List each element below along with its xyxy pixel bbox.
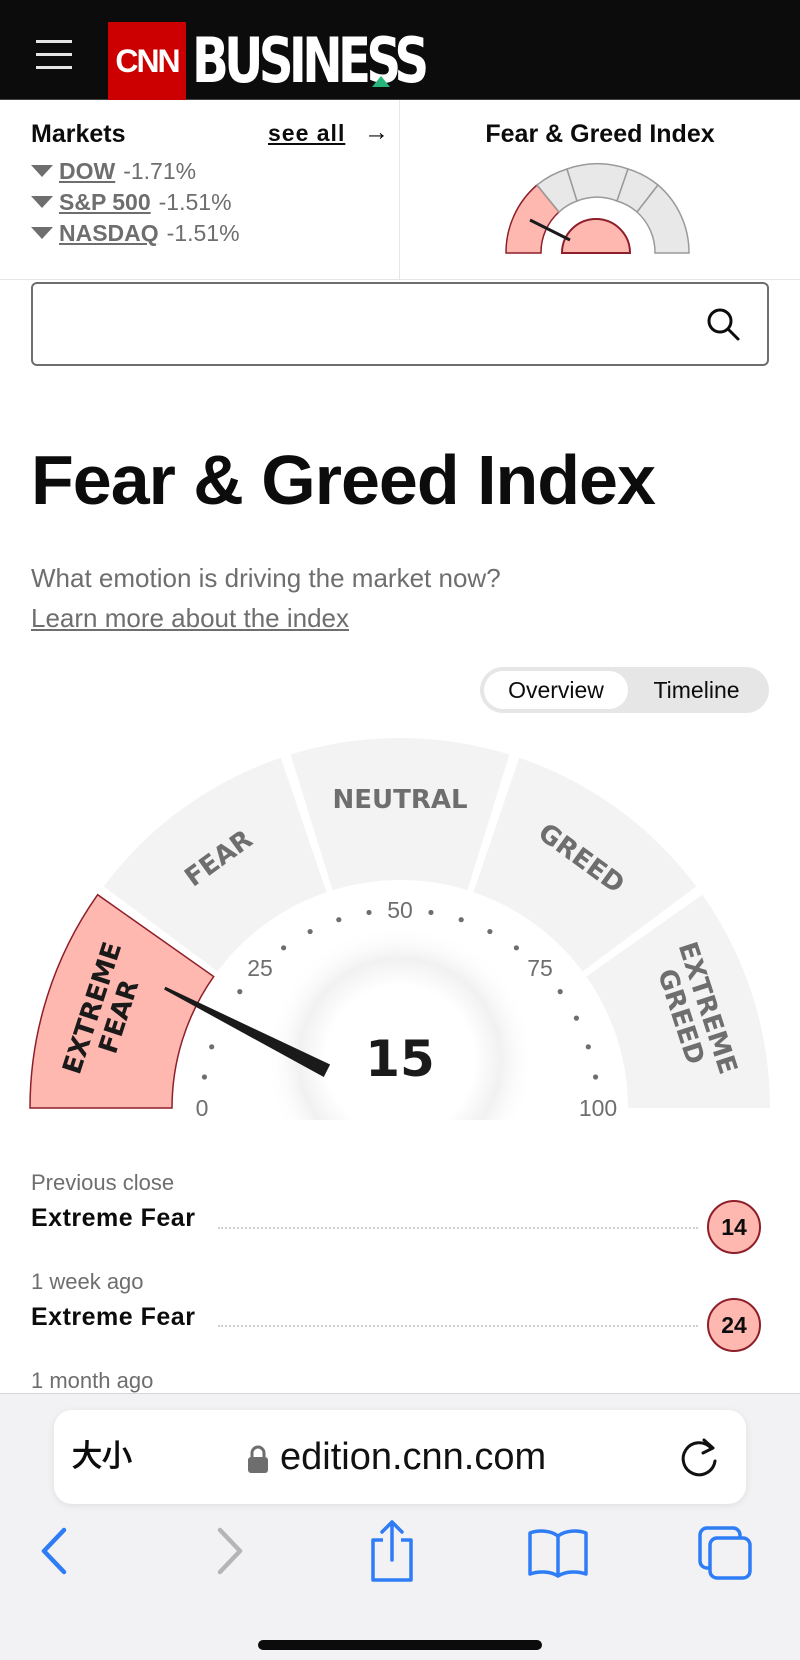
market-name[interactable]: NASDAQ [59, 220, 159, 247]
top-navigation: CNN BUSINESS [0, 0, 800, 100]
bookmarks-icon[interactable] [526, 1516, 590, 1586]
address-bar[interactable]: 大小 edition.cnn.com [54, 1410, 746, 1504]
history-label: 1 week ago [31, 1269, 144, 1294]
gauge-value: 15 [365, 1030, 435, 1088]
gauge-hub-shadow [265, 925, 535, 1120]
cnn-logo[interactable]: CNN [108, 22, 186, 100]
gauge-dot [573, 1015, 580, 1021]
gauge-dot [237, 989, 243, 995]
history-divider [218, 1325, 698, 1327]
history-value: Extreme Fear [31, 1204, 196, 1232]
markets-title: Markets [31, 120, 126, 148]
hamburger-menu-icon[interactable] [36, 40, 72, 72]
gauge-dot [487, 928, 493, 935]
gauge-tick-label: 0 [196, 1095, 209, 1120]
gauge-dot [428, 909, 434, 916]
market-name[interactable]: DOW [59, 158, 115, 185]
browser-chrome: 大小 edition.cnn.com [0, 1393, 800, 1660]
gauge-dot [557, 989, 563, 995]
market-row-nasdaq[interactable]: NASDAQ -1.51% [31, 218, 240, 248]
page-subtitle: What emotion is driving the market now? [31, 563, 501, 593]
gauge-tick-label: 25 [247, 955, 273, 981]
tabs-icon[interactable] [696, 1516, 758, 1586]
markets-panel: Markets see all → DOW -1.71% S&P 500 -1.… [0, 100, 400, 280]
markets-strip: Markets see all → DOW -1.71% S&P 500 -1.… [0, 100, 800, 280]
lock-icon [248, 1445, 268, 1473]
gauge-dot [307, 928, 313, 935]
gauge-tick-label: 75 [527, 955, 553, 981]
market-change: -1.51% [158, 188, 232, 215]
search-input[interactable] [31, 282, 769, 366]
market-row-sp500[interactable]: S&P 500 -1.51% [31, 187, 232, 217]
fear-greed-mini-gauge[interactable] [500, 158, 700, 258]
reload-icon[interactable] [676, 1434, 722, 1480]
gauge-dot [585, 1044, 591, 1050]
home-indicator [258, 1640, 542, 1650]
gauge-dot [209, 1044, 215, 1050]
history-score-badge: 14 [707, 1200, 761, 1254]
down-triangle-icon [31, 227, 53, 239]
history-value: Extreme Fear [31, 1303, 196, 1331]
search-icon[interactable] [703, 304, 743, 344]
gauge-dot [513, 945, 519, 951]
url-text[interactable]: edition.cnn.com [280, 1410, 546, 1504]
section-accent-triangle [372, 76, 390, 87]
gauge-tick-label: 100 [579, 1095, 617, 1120]
history-label: Previous close [31, 1170, 175, 1195]
fear-greed-widget-title[interactable]: Fear & Greed Index [400, 120, 800, 149]
back-icon[interactable] [36, 1516, 76, 1586]
section-title[interactable]: BUSINESS [192, 22, 429, 100]
view-toggle: Overview Timeline [480, 667, 769, 713]
learn-more-link[interactable]: Learn more about the index [31, 603, 349, 634]
market-change: -1.71% [123, 157, 197, 184]
tab-overview[interactable]: Overview [484, 671, 628, 709]
page-title: Fear & Greed Index [31, 441, 656, 519]
market-row-dow[interactable]: DOW -1.71% [31, 156, 196, 186]
gauge-dot [201, 1074, 208, 1080]
gauge-dot [281, 945, 287, 951]
gauge-dot [366, 909, 372, 916]
history-score-badge: 24 [707, 1298, 761, 1352]
gauge-dot [458, 917, 464, 923]
fear-greed-gauge: EXTREMEFEARFEARNEUTRALGREEDEXTREMEGREED … [29, 738, 770, 1120]
gauge-segment-label: NEUTRAL [332, 785, 467, 815]
gauge-dot [592, 1074, 599, 1080]
market-change: -1.51% [166, 219, 240, 246]
forward-icon[interactable] [208, 1516, 248, 1586]
arrow-right-icon[interactable]: → [364, 118, 389, 147]
see-all-link[interactable]: see all [268, 120, 345, 147]
text-size-button[interactable]: 大小 [72, 1410, 132, 1504]
market-name[interactable]: S&P 500 [59, 189, 151, 216]
gauge-tick-label: 50 [387, 897, 413, 923]
tab-timeline[interactable]: Timeline [628, 671, 765, 709]
history-divider [218, 1227, 698, 1229]
history-label: 1 month ago [31, 1368, 154, 1393]
gauge-dot [336, 917, 342, 923]
down-triangle-icon [31, 165, 53, 177]
down-triangle-icon [31, 196, 53, 208]
share-icon[interactable] [364, 1516, 420, 1586]
